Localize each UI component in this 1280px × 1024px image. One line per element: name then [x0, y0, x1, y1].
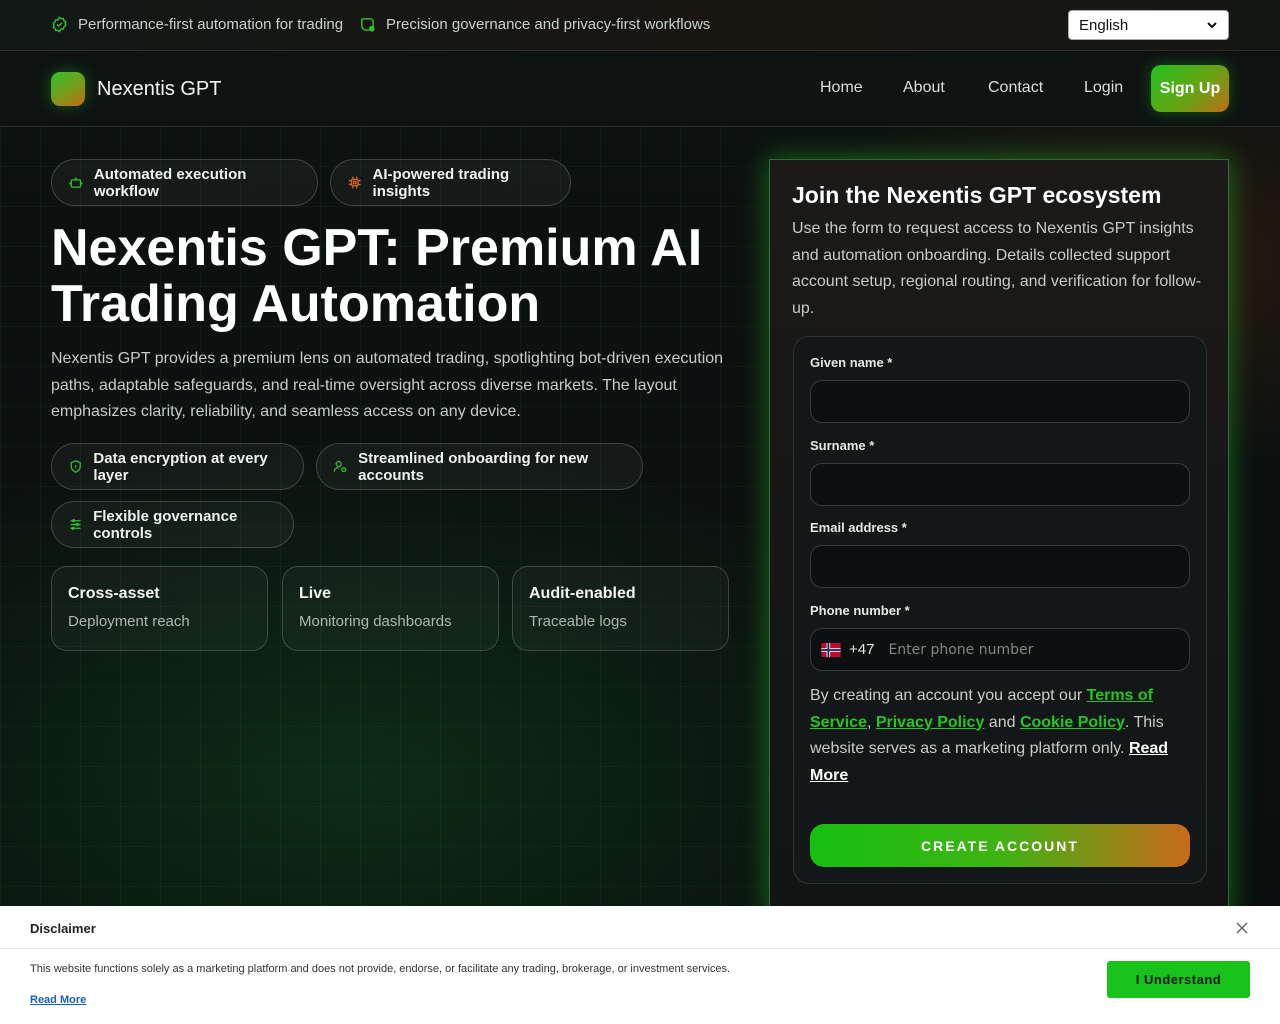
- panel-title: Join the Nexentis GPT ecosystem: [792, 182, 1162, 208]
- cpu-chip-icon: [348, 176, 361, 189]
- terms-and: and: [984, 713, 1020, 731]
- chip-label: Streamlined onboarding for new accounts: [358, 449, 589, 484]
- signup-button[interactable]: Sign Up: [1151, 65, 1229, 112]
- terms-text: By creating an account you accept our Te…: [810, 687, 1169, 784]
- topbar-item-label: Performance-first automation for trading: [78, 16, 344, 33]
- stat-title: Audit-enabled: [529, 585, 636, 602]
- stat-subtitle: Traceable logs: [529, 613, 627, 630]
- phone-placeholder: Enter phone number: [888, 641, 1034, 658]
- stat-card-audit: Audit-enabled Traceable logs: [512, 566, 729, 651]
- chip-label: Data encryption at every layer: [93, 449, 268, 484]
- brand-name[interactable]: Nexentis GPT: [97, 78, 221, 101]
- chip-label: Automated execution workflow: [93, 165, 247, 200]
- phone-input[interactable]: +47 Enter phone number: [810, 628, 1190, 671]
- user-settings-icon: [333, 460, 347, 473]
- signup-form: Given name * Surname * Email address * P…: [793, 336, 1207, 884]
- stat-subtitle: Deployment reach: [68, 613, 190, 630]
- stat-title: Live: [299, 585, 332, 602]
- brand-logo[interactable]: [51, 72, 85, 106]
- given-name-label: Given name *: [810, 355, 893, 370]
- stat-subtitle: Monitoring dashboards: [299, 613, 452, 630]
- panel-description: Use the form to request access to Nexent…: [792, 220, 1202, 317]
- email-input[interactable]: [810, 545, 1190, 588]
- stat-title: Cross-asset: [68, 585, 160, 602]
- nav-link-login[interactable]: Login: [1084, 79, 1123, 97]
- shield-icon: [70, 460, 81, 474]
- robot-icon: [69, 177, 83, 188]
- topbar-item-label: Precision governance and privacy-first w…: [386, 16, 711, 33]
- chip-label: AI-powered trading insights: [372, 165, 510, 200]
- chip-onboarding: Streamlined onboarding for new accounts: [316, 443, 643, 490]
- sliders-icon: [70, 519, 81, 530]
- i-understand-button[interactable]: I Understand: [1107, 961, 1250, 998]
- hero-description: Nexentis GPT provides a premium lens on …: [51, 350, 724, 420]
- email-label: Email address *: [810, 520, 907, 535]
- given-name-input[interactable]: [810, 380, 1190, 423]
- disclaimer-read-more-link[interactable]: Read More: [30, 994, 86, 1006]
- main-nav: Nexentis GPT Home About Contact Login Si…: [0, 51, 1280, 127]
- close-icon[interactable]: [1234, 920, 1250, 936]
- norway-flag-icon[interactable]: [821, 642, 841, 657]
- cookie-policy-link[interactable]: Cookie Policy: [1020, 714, 1125, 731]
- stat-card-cross-asset: Cross-asset Deployment reach: [51, 566, 268, 651]
- nav-link-about[interactable]: About: [903, 79, 945, 97]
- disclaimer-title: Disclaimer: [30, 921, 96, 936]
- chip-data-encryption: Data encryption at every layer: [51, 443, 304, 490]
- check-badge-icon: [52, 16, 67, 33]
- surname-input[interactable]: [810, 463, 1190, 506]
- terms-prefix: By creating an account you accept our: [810, 687, 1087, 704]
- chip-label: Flexible governance controls: [93, 507, 238, 542]
- disclaimer-banner: Disclaimer This website functions solely…: [0, 906, 1280, 1024]
- disclaimer-text: This website functions solely as a marke…: [30, 963, 731, 975]
- chevron-down-icon: [1207, 22, 1217, 29]
- dial-code: +47: [849, 641, 875, 658]
- chip-governance: Flexible governance controls: [51, 501, 294, 548]
- nav-link-home[interactable]: Home: [820, 79, 863, 97]
- surname-label: Surname *: [810, 438, 875, 453]
- privacy-policy-link[interactable]: Privacy Policy: [876, 714, 985, 731]
- top-bar: Performance-first automation for trading…: [0, 0, 1280, 51]
- phone-label: Phone number *: [810, 603, 910, 618]
- signup-panel: Join the Nexentis GPT ecosystem Use the …: [769, 159, 1229, 919]
- create-account-button[interactable]: CREATE ACCOUNT: [810, 824, 1190, 867]
- language-select-value: English: [1079, 16, 1129, 34]
- topbar-item-governance: Precision governance and privacy-first w…: [359, 16, 710, 33]
- chip-automated-execution: Automated execution workflow: [51, 159, 318, 206]
- chip-ai-insights: AI-powered trading insights: [330, 159, 571, 206]
- disclaimer-divider: [0, 948, 1280, 949]
- nav-link-contact[interactable]: Contact: [988, 79, 1043, 97]
- shield-check-icon: [361, 18, 375, 32]
- topbar-item-performance: Performance-first automation for trading: [51, 16, 343, 33]
- language-select[interactable]: English: [1068, 10, 1229, 40]
- stat-card-live: Live Monitoring dashboards: [282, 566, 499, 651]
- hero-title: Nexentis GPT: Premium AI Trading Automat…: [51, 219, 703, 333]
